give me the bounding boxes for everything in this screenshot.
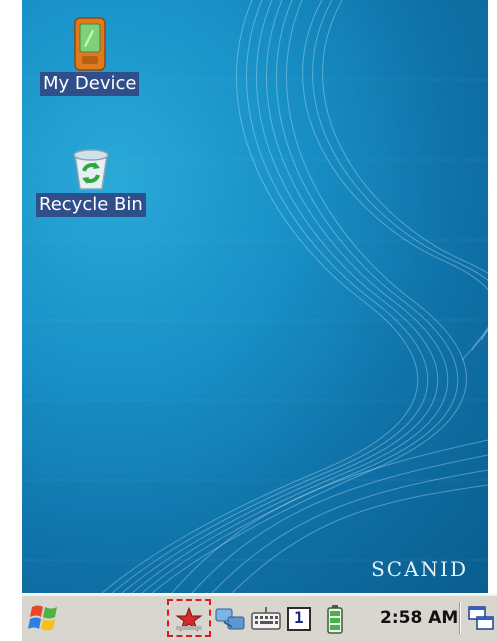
input-mode-tray-button[interactable]: 1 — [286, 605, 312, 633]
desktop-icon-my-device[interactable]: My Device — [40, 16, 140, 96]
device-icon — [73, 17, 106, 71]
network-tray-button[interactable] — [214, 605, 248, 633]
taskbar: 1 2:58 AM — [22, 594, 497, 641]
brand-logo: SCANID — [371, 557, 468, 581]
switch-windows-button[interactable] — [467, 605, 495, 633]
battery-tray-button[interactable] — [325, 605, 345, 634]
desktop-icon-label: Recycle Bin — [36, 193, 146, 217]
switch-windows-icon — [468, 606, 494, 630]
desktop: My Device Recycle Bin SCANID — [22, 0, 488, 593]
desktop-icon-label: My Device — [40, 72, 140, 96]
taskbar-divider — [459, 602, 461, 634]
keyboard-icon — [251, 607, 281, 630]
battery-icon — [327, 605, 343, 634]
bluetooth-star-icon — [175, 606, 203, 632]
network-connection-icon — [215, 608, 245, 630]
desktop-icon-recycle-bin[interactable]: Recycle Bin — [36, 145, 146, 217]
windows-flag-icon — [28, 605, 57, 631]
bluetooth-tray-button[interactable] — [172, 605, 206, 633]
clock[interactable]: 2:58 AM — [380, 608, 458, 628]
input-mode-value: 1 — [294, 608, 304, 627]
start-button[interactable] — [26, 601, 64, 635]
keyboard-tray-button[interactable] — [250, 605, 282, 633]
screen: My Device Recycle Bin SCANID 1 2:58 AM — [0, 0, 497, 641]
recycle-bin-icon — [73, 149, 109, 190]
